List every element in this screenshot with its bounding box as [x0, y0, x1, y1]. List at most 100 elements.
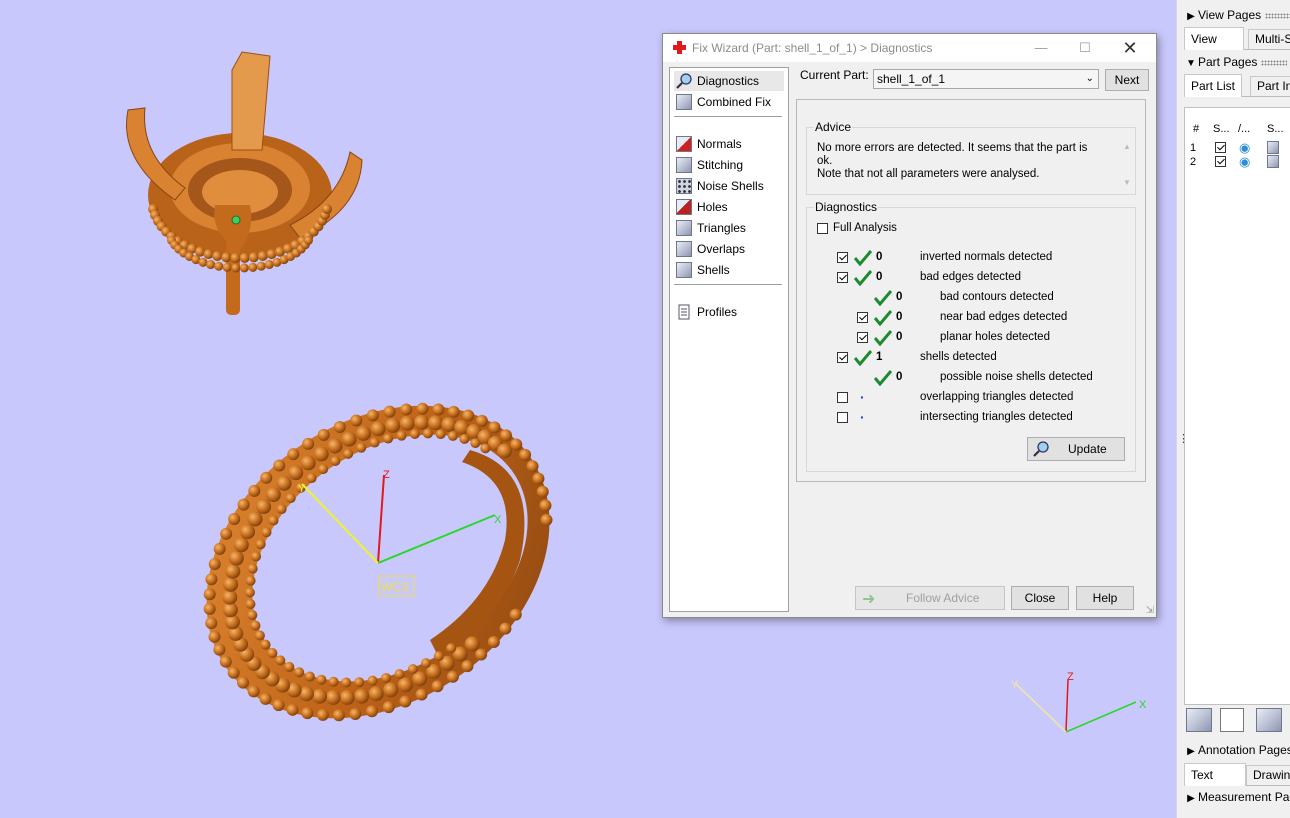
- nav-item-normals[interactable]: Normals: [674, 134, 784, 154]
- bead: [306, 473, 317, 484]
- nav-item-profiles[interactable]: Profiles: [674, 302, 784, 322]
- bead: [519, 448, 532, 461]
- nav-item-overlaps[interactable]: Overlaps: [674, 239, 784, 259]
- advice-scrollbar[interactable]: ▲ ▼: [1121, 142, 1133, 188]
- bead: [327, 438, 343, 454]
- table-row[interactable]: 2 ◉: [1185, 155, 1290, 169]
- follow-advice-button[interactable]: ➜ Follow Advice: [855, 586, 1005, 610]
- nav-item-diagnostics[interactable]: Diagnostics: [674, 71, 784, 91]
- part-pages-header[interactable]: ▼ Part Pages: [1184, 53, 1290, 71]
- wcs-label: WCS: [381, 580, 409, 594]
- bead: [255, 539, 266, 550]
- tab-text[interactable]: Text: [1184, 763, 1246, 786]
- next-button[interactable]: Next: [1105, 69, 1149, 91]
- pending-dot-icon: ·: [860, 389, 865, 405]
- tab-drawing[interactable]: Drawing: [1246, 765, 1290, 785]
- svg-text:Y: Y: [1011, 679, 1019, 691]
- bead: [321, 204, 332, 215]
- stitching-icon: [676, 157, 692, 173]
- nav-item-triangles[interactable]: Triangles: [674, 218, 784, 238]
- nav-item-stitching[interactable]: Stitching: [674, 155, 784, 175]
- bead: [294, 667, 305, 678]
- bead: [446, 643, 457, 654]
- bead: [332, 709, 345, 722]
- row-checkbox[interactable]: [837, 352, 848, 363]
- row-checkbox[interactable]: [857, 312, 868, 323]
- bead: [382, 701, 395, 714]
- close-button[interactable]: Close: [1011, 586, 1069, 610]
- bead: [422, 428, 433, 439]
- dialog-title: Fix Wizard (Part: shell_1_of_1) > Diagno…: [692, 41, 933, 55]
- bead: [447, 430, 458, 441]
- update-button[interactable]: Update: [1027, 437, 1125, 461]
- nav-item-holes[interactable]: Holes: [674, 197, 784, 217]
- row-checkbox[interactable]: [837, 252, 848, 263]
- dialog-titlebar[interactable]: Fix Wizard (Part: shell_1_of_1) > Diagno…: [663, 34, 1156, 62]
- tab-view[interactable]: View: [1184, 27, 1244, 50]
- help-button[interactable]: Help: [1076, 586, 1134, 610]
- minimize-icon[interactable]: —: [1030, 38, 1052, 58]
- nav-item-combined-fix[interactable]: Combined Fix: [674, 92, 784, 112]
- bead: [475, 414, 488, 427]
- bead: [435, 429, 446, 440]
- diagnostic-row: 0 planar holes detected: [807, 328, 1147, 348]
- maximize-icon[interactable]: ☐: [1074, 38, 1096, 58]
- view-pages-header[interactable]: ▶ View Pages: [1184, 6, 1290, 24]
- part-shape-icon[interactable]: [1267, 155, 1279, 168]
- nav-item-shells[interactable]: Shells: [674, 260, 784, 280]
- bead: [394, 669, 405, 680]
- row-checkbox[interactable]: [837, 392, 848, 403]
- bead: [368, 686, 384, 702]
- bead: [264, 260, 274, 270]
- full-analysis-row[interactable]: Full Analysis: [807, 219, 1147, 239]
- annotation-pages-header[interactable]: ▶ Annotation Pages: [1184, 741, 1290, 759]
- nav-divider: [674, 284, 782, 285]
- resize-grip-icon[interactable]: ⇲: [1146, 605, 1154, 616]
- bead: [248, 252, 259, 263]
- bead: [267, 647, 278, 658]
- part-tools-icon[interactable]: [1256, 708, 1282, 732]
- row-checkbox[interactable]: [837, 412, 848, 423]
- row-checkbox[interactable]: [837, 272, 848, 283]
- bead: [261, 527, 272, 538]
- full-analysis-checkbox[interactable]: [817, 223, 828, 234]
- green-check-icon: [854, 250, 872, 266]
- magnifier-icon: [676, 73, 692, 89]
- bead: [355, 425, 371, 441]
- tab-part-list[interactable]: Part List: [1184, 74, 1243, 97]
- bead: [247, 511, 263, 527]
- table-row[interactable]: 1 ◉: [1185, 141, 1290, 155]
- bead: [205, 617, 218, 630]
- bead: [341, 677, 352, 688]
- check-parts-icon[interactable]: [1186, 708, 1212, 732]
- row-select-checkbox[interactable]: [1215, 142, 1226, 153]
- nav-item-noise-shells[interactable]: Noise Shells: [674, 176, 784, 196]
- close-icon[interactable]: ✕: [1119, 38, 1141, 58]
- bead: [256, 261, 266, 271]
- crown-setting-model[interactable]: [126, 51, 363, 315]
- tab-part-info[interactable]: Part In: [1250, 76, 1290, 96]
- bead: [312, 688, 328, 704]
- measurement-pages-header[interactable]: ▶Measurement Pages: [1184, 788, 1290, 806]
- bead: [266, 249, 277, 260]
- current-part-select[interactable]: shell_1_of_1 ⌄: [873, 69, 1099, 89]
- invert-selection-icon[interactable]: [1220, 708, 1244, 732]
- bead: [365, 705, 378, 718]
- bead: [231, 263, 241, 273]
- row-checkbox[interactable]: [857, 332, 868, 343]
- bead: [247, 563, 258, 574]
- bead: [265, 487, 281, 503]
- visibility-eye-icon[interactable]: ◉: [1239, 155, 1250, 169]
- visibility-eye-icon[interactable]: ◉: [1239, 141, 1250, 155]
- row-select-checkbox[interactable]: [1215, 156, 1226, 167]
- diagnostic-row: · overlapping triangles detected: [807, 388, 1147, 408]
- bead: [254, 630, 265, 641]
- bead: [228, 513, 241, 526]
- bead: [248, 262, 258, 272]
- tab-multi-select[interactable]: Multi-Se: [1248, 29, 1290, 49]
- part-shape-icon[interactable]: [1267, 141, 1279, 154]
- diagnostics-title: Diagnostics: [814, 200, 879, 214]
- bead: [325, 689, 341, 705]
- bead: [366, 409, 379, 422]
- part-list-table[interactable]: # S... /... S... 1 ◉ 2 ◉: [1184, 107, 1290, 705]
